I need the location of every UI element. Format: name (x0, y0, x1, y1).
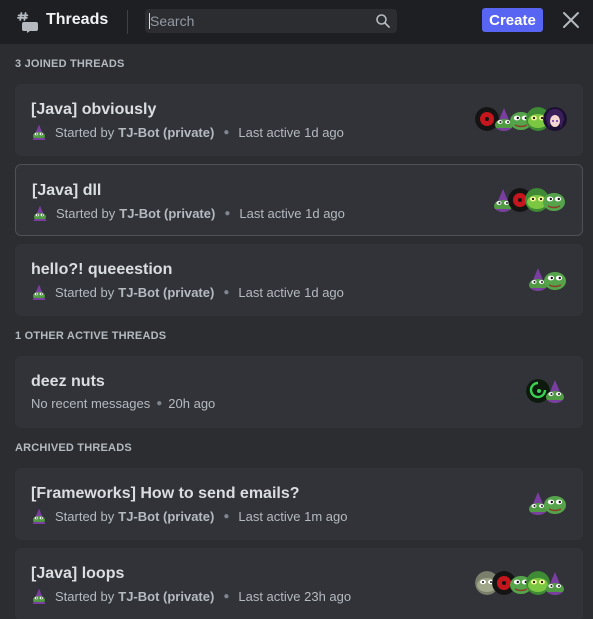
thread-title: [Java] loops (31, 565, 125, 582)
participant-avatar (543, 379, 567, 403)
participant-avatars (526, 379, 567, 405)
search-icon (376, 14, 390, 28)
section-label-archived: ARCHIVED THREADS (15, 442, 132, 454)
page-title: Threads (46, 11, 109, 28)
thread-title: deez nuts (31, 373, 105, 390)
thread-starter[interactable]: TJ-Bot (private) (118, 285, 214, 300)
started-by-label: Started by (55, 508, 115, 524)
thread-card[interactable]: deez nuts No recent messages ● 20h ago (15, 356, 583, 428)
close-icon[interactable] (561, 10, 581, 30)
participant-avatar (542, 188, 566, 212)
last-active: 20h ago (168, 396, 216, 411)
thread-subtitle: Started by TJ-Bot (private) ● Last activ… (31, 588, 351, 604)
separator-dot: ● (223, 510, 230, 522)
separator-dot: ● (223, 286, 230, 298)
participant-avatar (543, 267, 567, 291)
threads-icon (17, 12, 38, 33)
thread-starter[interactable]: TJ-Bot (private) (118, 125, 214, 140)
started-by-label: Started by (56, 205, 116, 221)
search-bar[interactable] (145, 9, 397, 33)
thread-subtitle: Started by TJ-Bot (private) ● Last activ… (31, 124, 344, 140)
participant-avatars (491, 188, 566, 214)
started-by-label: Started by (55, 588, 115, 604)
separator-dot: ● (156, 398, 163, 409)
thread-card[interactable]: [Java] obviously Started by TJ-Bot (priv… (15, 84, 583, 156)
thread-card[interactable]: hello?! queeestion Started by TJ-Bot (pr… (15, 244, 583, 316)
bot-avatar-icon (31, 588, 47, 604)
participant-avatar (543, 491, 567, 515)
bot-avatar-icon (31, 284, 47, 300)
thread-card[interactable]: [Java] loops Started by TJ-Bot (private)… (15, 548, 583, 619)
thread-title: [Frameworks] How to send emails? (31, 485, 300, 502)
section-label-other-active: 1 OTHER ACTIVE THREADS (15, 330, 167, 342)
search-input[interactable] (145, 9, 365, 33)
header-divider (127, 10, 128, 34)
thread-title: [Java] obviously (31, 101, 157, 118)
participant-avatars (475, 107, 567, 133)
last-active: Last active 1d ago (238, 284, 344, 300)
participant-avatars (475, 571, 567, 597)
bot-avatar-icon (31, 124, 47, 140)
last-active: Last active 1m ago (238, 508, 348, 524)
thread-card[interactable]: [Frameworks] How to send emails? Started… (15, 468, 583, 540)
participant-avatars (526, 491, 567, 517)
thread-card[interactable]: [Java] dll Started by TJ-Bot (private) ●… (15, 164, 583, 236)
participant-avatar (543, 107, 567, 131)
thread-subtitle: Started by TJ-Bot (private) ● Last activ… (31, 508, 348, 524)
recent-messages-status: No recent messages (31, 396, 151, 411)
thread-subtitle: Started by TJ-Bot (private) ● Last activ… (31, 284, 344, 300)
started-by-label: Started by (55, 124, 115, 140)
thread-subtitle: Started by TJ-Bot (private) ● Last activ… (32, 205, 345, 221)
threads-header: Threads Create (0, 0, 593, 44)
separator-dot: ● (223, 126, 230, 138)
participant-avatars (526, 267, 567, 293)
section-label-joined: 3 JOINED THREADS (15, 58, 125, 70)
thread-starter[interactable]: TJ-Bot (private) (118, 509, 214, 524)
thread-subtitle: No recent messages ● 20h ago (31, 396, 215, 411)
text-caret (149, 13, 150, 29)
bot-avatar-icon (31, 508, 47, 524)
thread-title: hello?! queeestion (31, 261, 173, 278)
last-active: Last active 23h ago (238, 588, 352, 604)
last-active: Last active 1d ago (239, 205, 345, 221)
thread-starter[interactable]: TJ-Bot (private) (119, 206, 215, 221)
thread-title: [Java] dll (32, 182, 102, 199)
last-active: Last active 1d ago (238, 124, 344, 140)
bot-avatar-icon (32, 205, 48, 221)
separator-dot: ● (224, 207, 231, 219)
create-thread-button[interactable]: Create (482, 8, 543, 32)
started-by-label: Started by (55, 284, 115, 300)
thread-starter[interactable]: TJ-Bot (private) (118, 589, 214, 604)
separator-dot: ● (223, 590, 230, 602)
participant-avatar (543, 571, 567, 595)
